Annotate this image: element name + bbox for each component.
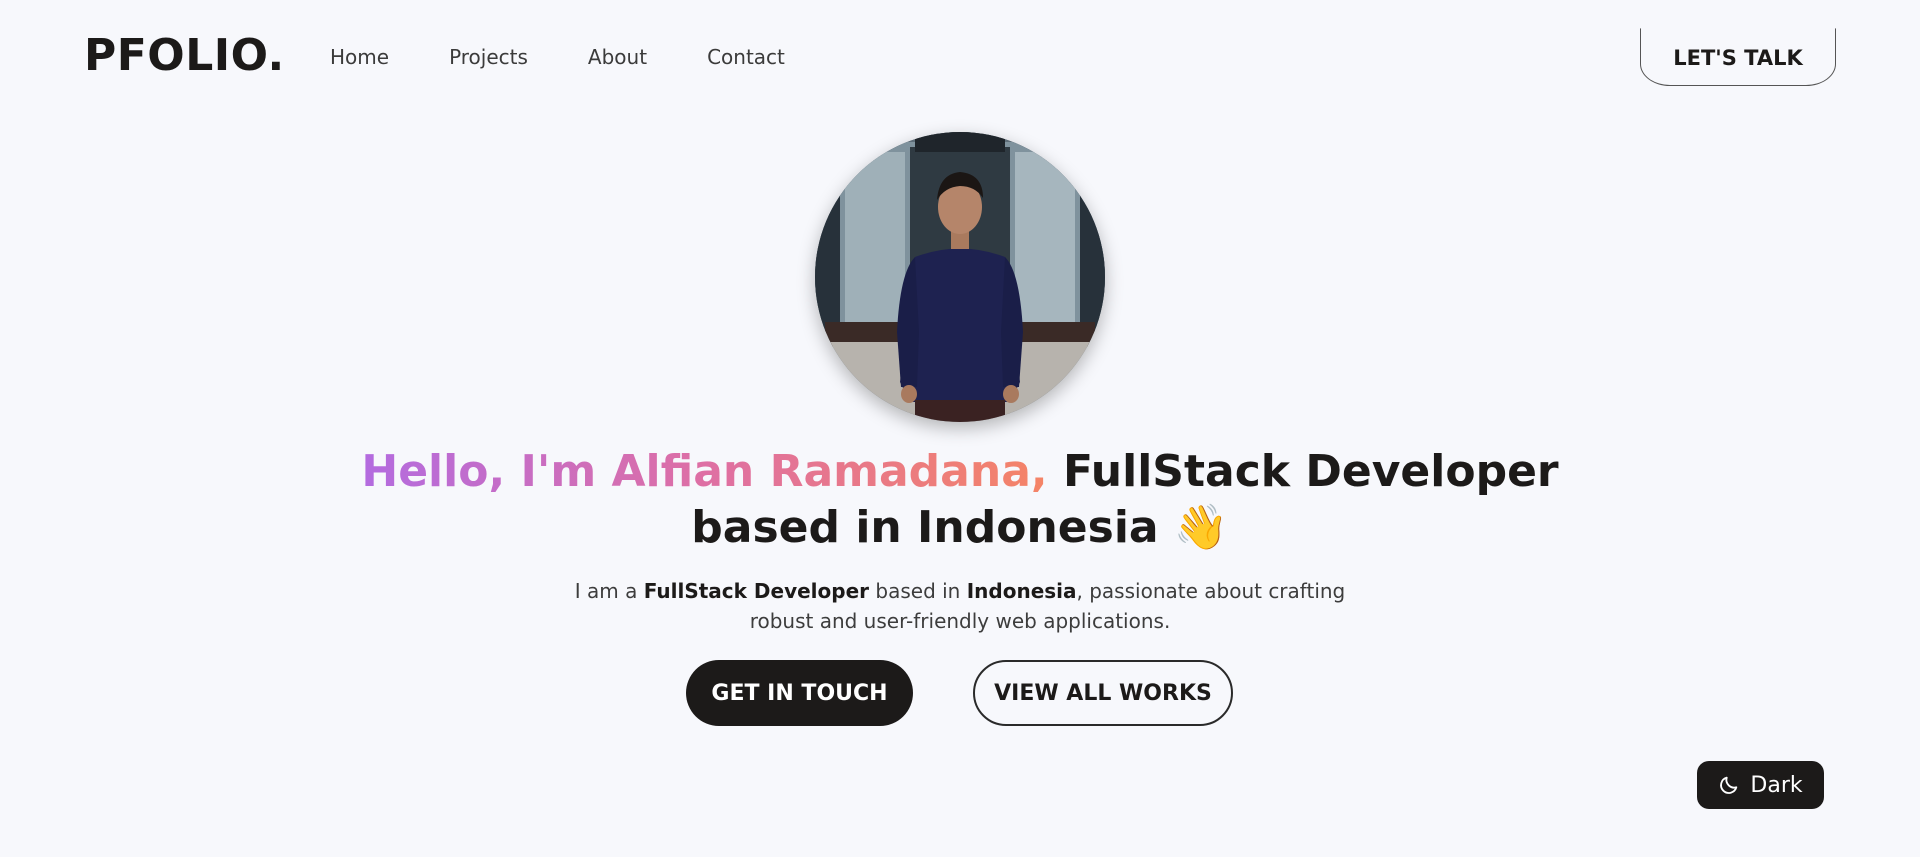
dark-mode-label: Dark [1750,772,1803,798]
headline-greeting: Hello, I'm Alfian Ramadana, [361,446,1048,497]
hero-headline: Hello, I'm Alfian Ramadana, FullStack De… [360,444,1560,556]
nav-link-about[interactable]: About [588,40,647,74]
dark-mode-toggle[interactable]: Dark [1697,761,1824,809]
get-in-touch-button[interactable]: GET IN TOUCH [686,660,913,726]
nav-link-projects[interactable]: Projects [449,40,528,74]
lets-talk-button[interactable]: LET'S TALK [1640,28,1836,86]
moon-icon [1720,776,1738,794]
site-logo[interactable]: PFOLIO. [84,28,285,84]
waving-hand-icon: 👋 [1173,502,1229,553]
nav-link-home[interactable]: Home [330,40,389,74]
desc-role: FullStack Developer [643,579,870,603]
profile-photo-icon [815,132,1105,422]
nav-link-contact[interactable]: Contact [707,40,785,74]
desc-country: Indonesia [966,579,1077,603]
profile-avatar [815,132,1105,422]
nav-links: Home Projects About Contact [330,40,845,74]
hero-description: I am a FullStack Developer based in Indo… [560,576,1360,636]
desc-text-2: based in [869,579,967,603]
view-all-works-button[interactable]: VIEW ALL WORKS [973,660,1233,726]
top-navbar: PFOLIO. Home Projects About Contact LET'… [0,0,1920,112]
desc-text-1: I am a [574,579,644,603]
